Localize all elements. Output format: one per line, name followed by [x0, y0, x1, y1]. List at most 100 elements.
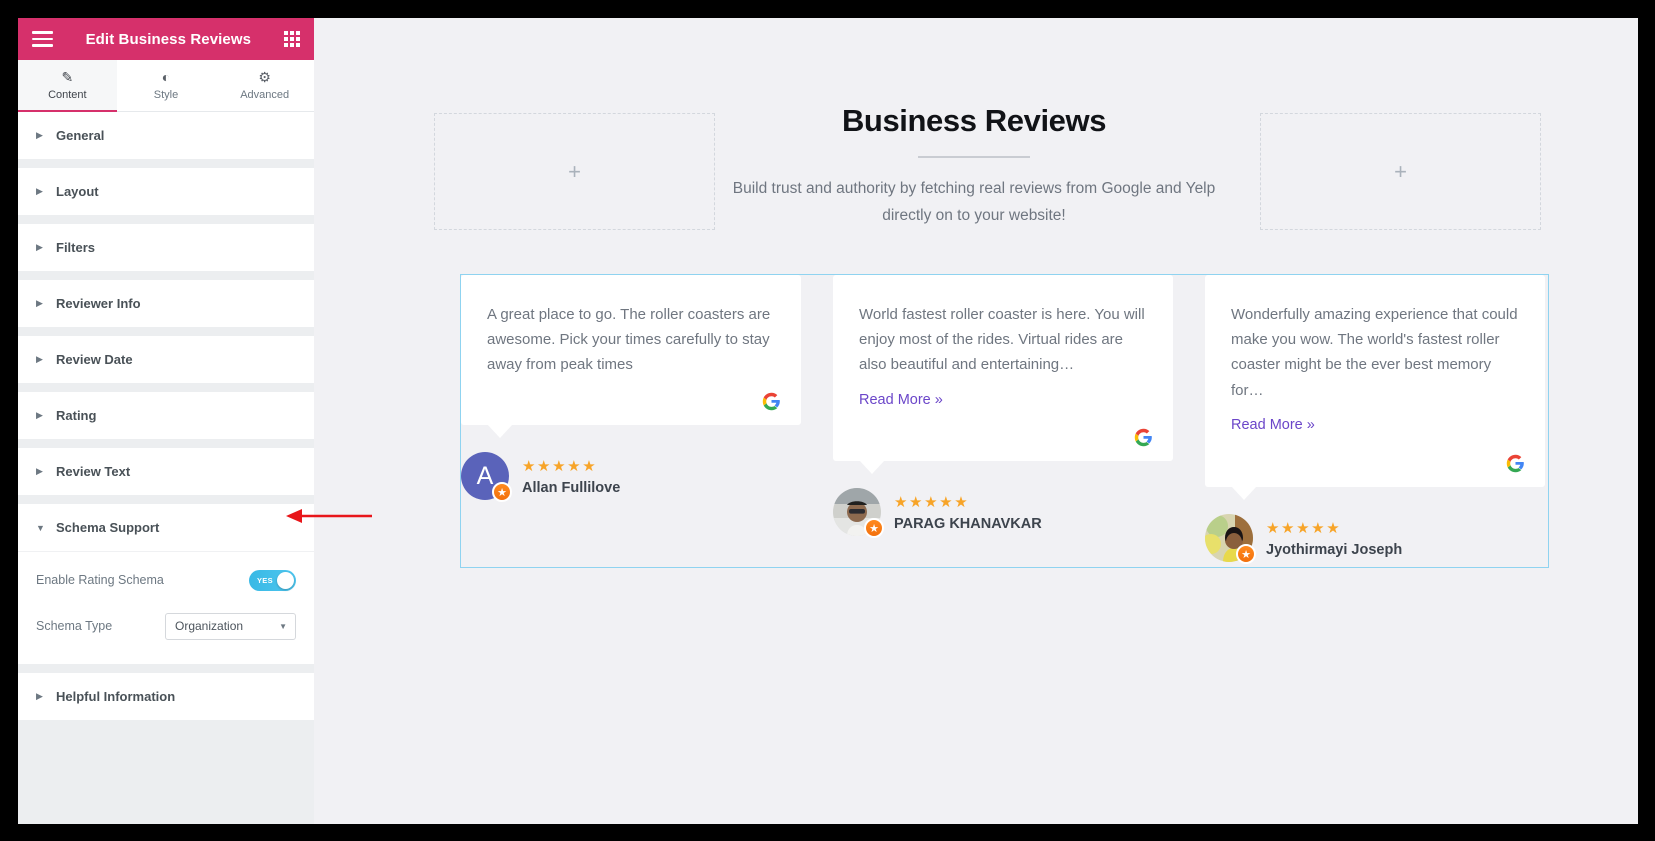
section-layout-label: Layout: [56, 184, 99, 199]
review-bubble: Wonderfully amazing experience that coul…: [1205, 275, 1545, 500]
hamburger-icon[interactable]: [32, 31, 53, 47]
section-rating-label: Rating: [56, 408, 97, 423]
chevron-right-icon: ▶: [36, 466, 43, 476]
tab-advanced[interactable]: ⚙ Advanced: [215, 60, 315, 111]
plus-icon: +: [1394, 158, 1407, 184]
section-reviewer-info: ▶ Reviewer Info: [18, 280, 314, 336]
review-card[interactable]: World fastest roller coaster is here. Yo…: [833, 275, 1173, 538]
reviewer-name: PARAG KHANAVKAR: [894, 515, 1042, 532]
section-layout: ▶ Layout: [18, 168, 314, 224]
section-layout-header[interactable]: ▶ Layout: [18, 168, 314, 215]
avatar: ★: [833, 488, 884, 538]
reviews-widget-selection[interactable]: A great place to go. The roller coasters…: [460, 274, 1549, 568]
chevron-right-icon: ▶: [36, 242, 43, 252]
chevron-right-icon: ▶: [36, 130, 43, 140]
section-review-text-label: Review Text: [56, 464, 131, 479]
section-general-label: General: [56, 128, 105, 143]
chevron-right-icon: ▶: [36, 186, 43, 196]
bubble-tail: [487, 424, 513, 438]
chevron-right-icon: ▶: [36, 298, 43, 308]
rating-stars: ★★★★★: [894, 493, 970, 511]
section-review-text-header[interactable]: ▶ Review Text: [18, 448, 314, 495]
schema-type-select[interactable]: Organization ▼: [165, 612, 296, 640]
section-rating: ▶ Rating: [18, 392, 314, 448]
grid-apps-icon[interactable]: [283, 30, 300, 48]
review-text: Wonderfully amazing experience that coul…: [1231, 306, 1518, 399]
schema-type-label: Schema Type: [36, 619, 113, 633]
reviewer-name: Allan Fullilove: [522, 479, 621, 496]
reviewer-meta: ★★★★★ Jyothirmayi Joseph: [1266, 519, 1402, 558]
review-text: World fastest roller coaster is here. Yo…: [859, 306, 1145, 374]
tab-content-label: Content: [48, 89, 87, 101]
enable-rating-schema-toggle[interactable]: YES: [249, 569, 296, 591]
schema-type-row: Schema Type Organization ▼: [36, 606, 296, 646]
tab-content[interactable]: ✎ Content: [18, 60, 117, 112]
google-g-icon: [1506, 454, 1524, 473]
rating-stars: ★★★★★: [522, 457, 598, 475]
review-bubble: World fastest roller coaster is here. Yo…: [833, 275, 1173, 474]
toggle-knob: [277, 571, 294, 589]
bubble-tail: [859, 460, 885, 474]
avatar: A ★: [461, 452, 512, 502]
review-card[interactable]: A great place to go. The roller coasters…: [461, 275, 801, 502]
section-reviewer-info-header[interactable]: ▶ Reviewer Info: [18, 280, 314, 327]
panel-sections: ▶ General ▶ Layout ▶ Filters ▶ Reviewer …: [18, 112, 314, 824]
chevron-right-icon: ▶: [36, 691, 43, 701]
section-general: ▶ General: [18, 112, 314, 168]
rating-stars: ★★★★★: [1266, 519, 1342, 537]
chevron-right-icon: ▶: [36, 354, 43, 364]
review-card[interactable]: Wonderfully amazing experience that coul…: [1205, 275, 1545, 564]
panel-tabs: ✎ Content ◐ Style ⚙ Advanced: [18, 60, 315, 112]
reviewer-block: ★ ★★★★★ PARAG KHANAVKAR: [833, 488, 1173, 538]
tab-advanced-label: Advanced: [240, 89, 290, 101]
editor-canvas: + + Business Reviews Build trust and aut…: [314, 18, 1638, 824]
section-review-date: ▶ Review Date: [18, 336, 314, 392]
reviewer-name: Jyothirmayi Joseph: [1266, 541, 1403, 558]
google-g-icon: [762, 392, 780, 411]
section-filters-label: Filters: [56, 240, 96, 255]
enable-rating-schema-label: Enable Rating Schema: [36, 573, 164, 587]
section-general-header[interactable]: ▶ General: [18, 112, 314, 159]
panel-title: Edit Business Reviews: [85, 30, 252, 48]
section-helpful-information-header[interactable]: ▶ Helpful Information: [18, 673, 314, 720]
section-rating-header[interactable]: ▶ Rating: [18, 392, 314, 439]
section-schema-support-label: Schema Support: [56, 520, 160, 535]
plus-icon: +: [568, 158, 581, 184]
section-schema-support-header[interactable]: ▼ Schema Support: [18, 504, 314, 551]
section-helpful-information-label: Helpful Information: [56, 689, 176, 704]
google-g-icon: [1134, 428, 1152, 447]
hero-subtitle: Build trust and authority by fetching re…: [732, 180, 1216, 224]
review-text: A great place to go. The roller coasters…: [487, 306, 771, 374]
read-more-link[interactable]: Read More »: [859, 392, 943, 408]
reviewer-block: A ★ ★★★★★ Allan Fullilove: [461, 452, 801, 502]
hero-block: Business Reviews Build trust and authori…: [714, 103, 1234, 229]
review-bubble: A great place to go. The roller coasters…: [461, 275, 801, 438]
section-review-text: ▶ Review Text: [18, 448, 314, 504]
read-more-link[interactable]: Read More »: [1231, 417, 1315, 433]
add-section-placeholder-left[interactable]: +: [434, 113, 715, 230]
contrast-circle-icon: ◐: [161, 69, 171, 85]
section-review-date-header[interactable]: ▶ Review Date: [18, 336, 314, 383]
add-section-placeholder-right[interactable]: +: [1260, 113, 1541, 230]
chevron-down-icon: ▼: [36, 522, 45, 533]
chevron-down-icon: ▼: [279, 621, 287, 631]
pencil-icon: ✎: [61, 69, 74, 85]
section-reviewer-info-label: Reviewer Info: [56, 296, 141, 311]
tab-style-label: Style: [153, 89, 179, 101]
tab-style[interactable]: ◐ Style: [116, 60, 216, 111]
reviewer-meta: ★★★★★ Allan Fullilove: [522, 457, 620, 496]
section-review-date-label: Review Date: [56, 352, 133, 367]
gear-icon: ⚙: [258, 69, 271, 85]
star-badge-icon: ★: [492, 482, 512, 502]
chevron-right-icon: ▶: [36, 410, 43, 420]
schema-type-value: Organization: [175, 619, 244, 633]
page-title: Business Reviews: [841, 103, 1107, 138]
schema-support-body: Enable Rating Schema YES Schema Type Org…: [18, 551, 314, 664]
panel-header: Edit Business Reviews: [18, 18, 314, 60]
reviewer-meta: ★★★★★ PARAG KHANAVKAR: [894, 493, 1042, 532]
avatar: ★: [1205, 514, 1256, 564]
star-badge-icon: ★: [1236, 544, 1256, 564]
toggle-state-text: YES: [257, 575, 273, 585]
reviewer-block: ★ ★★★★★ Jyothirmayi Joseph: [1205, 514, 1545, 564]
section-filters-header[interactable]: ▶ Filters: [18, 224, 314, 271]
